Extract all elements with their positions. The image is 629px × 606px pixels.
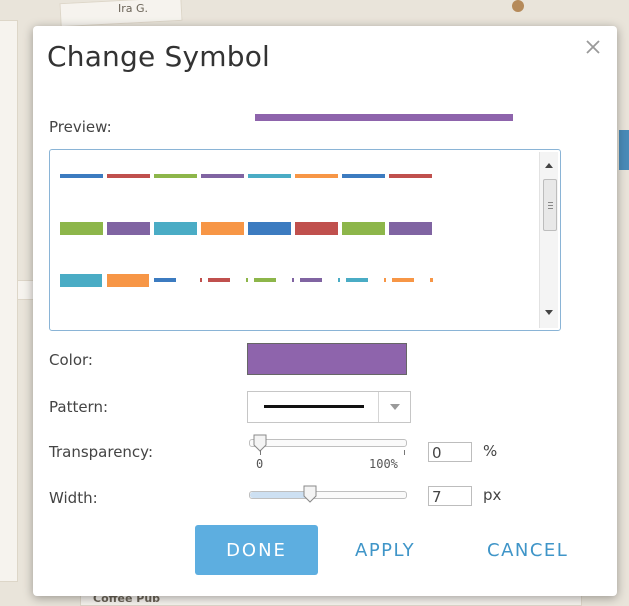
line-symbol-swatch[interactable] xyxy=(60,222,103,235)
map-label: Ira G. xyxy=(118,2,149,15)
apply-button[interactable]: APPLY xyxy=(355,525,415,575)
line-symbol-swatch[interactable] xyxy=(430,278,433,282)
line-symbol-swatch[interactable] xyxy=(384,278,428,282)
transparency-input[interactable]: 0 xyxy=(428,442,472,462)
line-symbol-swatch[interactable] xyxy=(248,222,291,235)
line-symbol-swatch[interactable] xyxy=(295,222,338,235)
line-symbol-swatch[interactable] xyxy=(60,174,103,178)
line-symbol-swatch[interactable] xyxy=(107,222,150,235)
width-slider-handle[interactable] xyxy=(303,485,317,503)
color-label: Color: xyxy=(49,351,93,369)
line-symbol-swatch[interactable] xyxy=(60,274,102,287)
transparency-max-label: 100% xyxy=(369,457,398,471)
pattern-label: Pattern: xyxy=(49,398,109,416)
line-symbol-swatch[interactable] xyxy=(295,174,338,178)
color-picker-swatch[interactable] xyxy=(247,343,407,375)
dropdown-arrow-button[interactable] xyxy=(387,399,403,415)
line-symbol-swatch[interactable] xyxy=(154,222,197,235)
line-symbol-swatch[interactable] xyxy=(107,174,150,178)
gallery-scrollbar[interactable] xyxy=(539,152,558,328)
line-symbol-swatch[interactable] xyxy=(389,222,432,235)
line-symbol-swatch[interactable] xyxy=(201,222,244,235)
close-icon xyxy=(586,40,600,54)
map-water-strip xyxy=(619,130,629,170)
line-symbol-swatch[interactable] xyxy=(246,278,290,282)
chevron-down-icon xyxy=(390,403,400,410)
slider-handle-icon xyxy=(303,485,317,503)
pattern-solid-line xyxy=(264,405,364,408)
line-symbol-swatch[interactable] xyxy=(248,174,291,178)
done-button[interactable]: DONE xyxy=(195,525,318,575)
line-symbol-swatch[interactable] xyxy=(292,278,336,282)
width-unit: px xyxy=(483,486,502,504)
change-symbol-dialog: Change Symbol Preview: Color: Pattern: T… xyxy=(33,26,617,596)
close-button[interactable] xyxy=(582,36,604,58)
scroll-up-button[interactable] xyxy=(540,156,558,174)
scroll-down-button[interactable] xyxy=(540,304,558,322)
map-road xyxy=(0,20,18,582)
line-symbol-swatch[interactable] xyxy=(201,174,244,178)
scroll-thumb[interactable] xyxy=(543,179,557,231)
width-input[interactable]: 7 xyxy=(428,486,472,506)
line-symbol-swatch[interactable] xyxy=(342,174,385,178)
caret-down-icon xyxy=(545,310,553,315)
line-symbol-swatch[interactable] xyxy=(107,274,149,287)
cancel-button[interactable]: CANCEL xyxy=(487,525,568,575)
width-label: Width: xyxy=(49,489,98,507)
width-slider[interactable] xyxy=(249,491,407,499)
line-symbol-swatch[interactable] xyxy=(338,278,382,282)
line-symbol-swatch[interactable] xyxy=(342,222,385,235)
dialog-title: Change Symbol xyxy=(47,40,271,73)
line-symbol-swatch[interactable] xyxy=(200,278,244,282)
map-poi-marker[interactable] xyxy=(512,0,524,12)
transparency-min-label: 0 xyxy=(256,457,264,471)
line-symbol-swatch[interactable] xyxy=(154,174,197,178)
transparency-unit: % xyxy=(483,442,498,460)
transparency-slider[interactable] xyxy=(249,439,407,447)
transparency-label: Transparency: xyxy=(49,443,154,461)
symbol-preview xyxy=(255,114,513,121)
preview-label: Preview: xyxy=(49,118,112,136)
line-symbol-swatch[interactable] xyxy=(389,174,432,178)
caret-up-icon xyxy=(545,163,553,168)
symbol-gallery[interactable] xyxy=(49,149,561,331)
line-symbol-swatch[interactable] xyxy=(154,278,198,282)
pattern-select[interactable] xyxy=(247,391,411,423)
